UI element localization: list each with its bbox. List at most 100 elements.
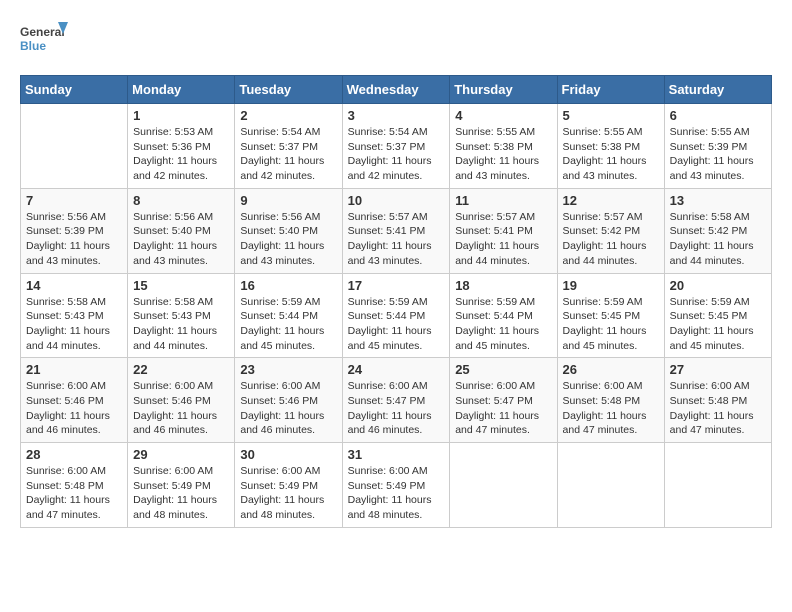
day-number: 18: [455, 278, 551, 293]
day-info: Sunrise: 6:00 AM Sunset: 5:46 PM Dayligh…: [240, 379, 336, 438]
day-number: 11: [455, 193, 551, 208]
calendar-cell: 15Sunrise: 5:58 AM Sunset: 5:43 PM Dayli…: [128, 273, 235, 358]
day-number: 19: [563, 278, 659, 293]
day-info: Sunrise: 5:59 AM Sunset: 5:45 PM Dayligh…: [563, 295, 659, 354]
day-number: 16: [240, 278, 336, 293]
header-monday: Monday: [128, 76, 235, 104]
calendar-cell: 27 Sunrise: 6:00 AM Sunset: 5:48 PM Dayli…: [664, 358, 771, 443]
day-info: Sunrise: 6:00 AM Sunset: 5:48 PM Dayligh…: [563, 379, 659, 438]
week-row-2: 7Sunrise: 5:56 AM Sunset: 5:39 PM Daylig…: [21, 188, 772, 273]
day-info: Sunrise: 6:00 AM Sunset: 5:47 PM Dayligh…: [455, 379, 551, 438]
day-number: 9: [240, 193, 336, 208]
calendar-cell: 11 Sunrise: 5:57 AM Sunset: 5:41 PM Dayli…: [450, 188, 557, 273]
calendar-cell: 24 Sunrise: 6:00 AM Sunset: 5:47 PM Dayli…: [342, 358, 450, 443]
calendar-cell: 13Sunrise: 5:58 AM Sunset: 5:42 PM Dayli…: [664, 188, 771, 273]
day-number: 22: [133, 362, 229, 377]
week-row-5: 28 Sunrise: 6:00 AM Sunset: 5:48 PM Dayli…: [21, 443, 772, 528]
calendar-table: SundayMondayTuesdayWednesdayThursdayFrid…: [20, 75, 772, 528]
day-number: 28: [26, 447, 122, 462]
day-info: Sunrise: 5:54 AM Sunset: 5:37 PM Dayligh…: [240, 125, 336, 184]
day-number: 17: [348, 278, 445, 293]
calendar-cell: 10 Sunrise: 5:57 AM Sunset: 5:41 PM Dayli…: [342, 188, 450, 273]
day-number: 27: [670, 362, 766, 377]
svg-text:Blue: Blue: [20, 39, 46, 53]
day-number: 10: [348, 193, 445, 208]
day-info: Sunrise: 5:58 AM Sunset: 5:43 PM Dayligh…: [26, 295, 122, 354]
calendar-cell: 3 Sunrise: 5:54 AM Sunset: 5:37 PM Daylig…: [342, 104, 450, 189]
calendar-cell: 29Sunrise: 6:00 AM Sunset: 5:49 PM Dayli…: [128, 443, 235, 528]
calendar-cell: 2Sunrise: 5:54 AM Sunset: 5:37 PM Daylig…: [235, 104, 342, 189]
calendar-cell: 19 Sunrise: 5:59 AM Sunset: 5:45 PM Dayli…: [557, 273, 664, 358]
day-number: 8: [133, 193, 229, 208]
day-number: 14: [26, 278, 122, 293]
day-number: 13: [670, 193, 766, 208]
day-info: Sunrise: 5:57 AM Sunset: 5:42 PM Dayligh…: [563, 210, 659, 269]
calendar-cell: 1Sunrise: 5:53 AM Sunset: 5:36 PM Daylig…: [128, 104, 235, 189]
calendar-cell: 8 Sunrise: 5:56 AM Sunset: 5:40 PM Daylig…: [128, 188, 235, 273]
calendar-cell: 21Sunrise: 6:00 AM Sunset: 5:46 PM Dayli…: [21, 358, 128, 443]
header-wednesday: Wednesday: [342, 76, 450, 104]
calendar-cell: [21, 104, 128, 189]
calendar-cell: [450, 443, 557, 528]
header-thursday: Thursday: [450, 76, 557, 104]
logo: General Blue: [20, 20, 70, 65]
day-number: 20: [670, 278, 766, 293]
calendar-cell: 4 Sunrise: 5:55 AM Sunset: 5:38 PM Daylig…: [450, 104, 557, 189]
calendar-header-row: SundayMondayTuesdayWednesdayThursdayFrid…: [21, 76, 772, 104]
day-info: Sunrise: 5:55 AM Sunset: 5:38 PM Dayligh…: [563, 125, 659, 184]
day-number: 31: [348, 447, 445, 462]
day-info: Sunrise: 5:57 AM Sunset: 5:41 PM Dayligh…: [455, 210, 551, 269]
day-info: Sunrise: 5:59 AM Sunset: 5:45 PM Dayligh…: [670, 295, 766, 354]
calendar-cell: [557, 443, 664, 528]
svg-text:General: General: [20, 25, 65, 39]
calendar-cell: 5 Sunrise: 5:55 AM Sunset: 5:38 PM Daylig…: [557, 104, 664, 189]
calendar-cell: 12 Sunrise: 5:57 AM Sunset: 5:42 PM Dayli…: [557, 188, 664, 273]
week-row-4: 21 Sunrise: 6:00 AM Sunset: 5:46 PM Dayli…: [21, 358, 772, 443]
calendar-cell: 28 Sunrise: 6:00 AM Sunset: 5:48 PM Dayli…: [21, 443, 128, 528]
calendar-cell: 9 Sunrise: 5:56 AM Sunset: 5:40 PM Daylig…: [235, 188, 342, 273]
day-info: Sunrise: 5:54 AM Sunset: 5:37 PM Dayligh…: [348, 125, 445, 184]
day-info: Sunrise: 6:00 AM Sunset: 5:48 PM Dayligh…: [26, 464, 122, 523]
day-info: Sunrise: 5:55 AM Sunset: 5:39 PM Dayligh…: [670, 125, 766, 184]
day-info: Sunrise: 5:58 AM Sunset: 5:43 PM Dayligh…: [133, 295, 229, 354]
day-info: Sunrise: 6:00 AM Sunset: 5:48 PM Dayligh…: [670, 379, 766, 438]
calendar-cell: 22Sunrise: 6:00 AM Sunset: 5:46 PM Dayli…: [128, 358, 235, 443]
calendar-cell: 14 Sunrise: 5:58 AM Sunset: 5:43 PM Dayli…: [21, 273, 128, 358]
calendar-cell: 17 Sunrise: 5:59 AM Sunset: 5:44 PM Dayli…: [342, 273, 450, 358]
week-row-3: 14 Sunrise: 5:58 AM Sunset: 5:43 PM Dayli…: [21, 273, 772, 358]
day-info: Sunrise: 5:56 AM Sunset: 5:40 PM Dayligh…: [240, 210, 336, 269]
day-number: 4: [455, 108, 551, 123]
day-info: Sunrise: 5:57 AM Sunset: 5:41 PM Dayligh…: [348, 210, 445, 269]
week-row-1: 1Sunrise: 5:53 AM Sunset: 5:36 PM Daylig…: [21, 104, 772, 189]
calendar-cell: 26 Sunrise: 6:00 AM Sunset: 5:48 PM Dayli…: [557, 358, 664, 443]
day-info: Sunrise: 5:56 AM Sunset: 5:40 PM Dayligh…: [133, 210, 229, 269]
calendar-cell: 30 Sunrise: 6:00 AM Sunset: 5:49 PM Dayli…: [235, 443, 342, 528]
day-info: Sunrise: 5:55 AM Sunset: 5:38 PM Dayligh…: [455, 125, 551, 184]
day-number: 3: [348, 108, 445, 123]
day-info: Sunrise: 5:56 AM Sunset: 5:39 PM Dayligh…: [26, 210, 122, 269]
header-tuesday: Tuesday: [235, 76, 342, 104]
calendar-cell: [664, 443, 771, 528]
calendar-cell: 31 Sunrise: 6:00 AM Sunset: 5:49 PM Dayli…: [342, 443, 450, 528]
day-number: 1: [133, 108, 229, 123]
day-info: Sunrise: 5:59 AM Sunset: 5:44 PM Dayligh…: [455, 295, 551, 354]
calendar-cell: 23Sunrise: 6:00 AM Sunset: 5:46 PM Dayli…: [235, 358, 342, 443]
day-number: 21: [26, 362, 122, 377]
day-info: Sunrise: 6:00 AM Sunset: 5:47 PM Dayligh…: [348, 379, 445, 438]
header-friday: Friday: [557, 76, 664, 104]
day-info: Sunrise: 6:00 AM Sunset: 5:49 PM Dayligh…: [348, 464, 445, 523]
page-header: General Blue: [20, 20, 772, 65]
calendar-cell: 20 Sunrise: 5:59 AM Sunset: 5:45 PM Dayli…: [664, 273, 771, 358]
day-number: 26: [563, 362, 659, 377]
header-sunday: Sunday: [21, 76, 128, 104]
day-number: 5: [563, 108, 659, 123]
day-number: 25: [455, 362, 551, 377]
calendar-cell: 18 Sunrise: 5:59 AM Sunset: 5:44 PM Dayli…: [450, 273, 557, 358]
day-info: Sunrise: 5:59 AM Sunset: 5:44 PM Dayligh…: [240, 295, 336, 354]
calendar-cell: 16 Sunrise: 5:59 AM Sunset: 5:44 PM Dayli…: [235, 273, 342, 358]
day-number: 12: [563, 193, 659, 208]
day-info: Sunrise: 5:59 AM Sunset: 5:44 PM Dayligh…: [348, 295, 445, 354]
day-info: Sunrise: 6:00 AM Sunset: 5:49 PM Dayligh…: [240, 464, 336, 523]
day-number: 30: [240, 447, 336, 462]
day-number: 24: [348, 362, 445, 377]
